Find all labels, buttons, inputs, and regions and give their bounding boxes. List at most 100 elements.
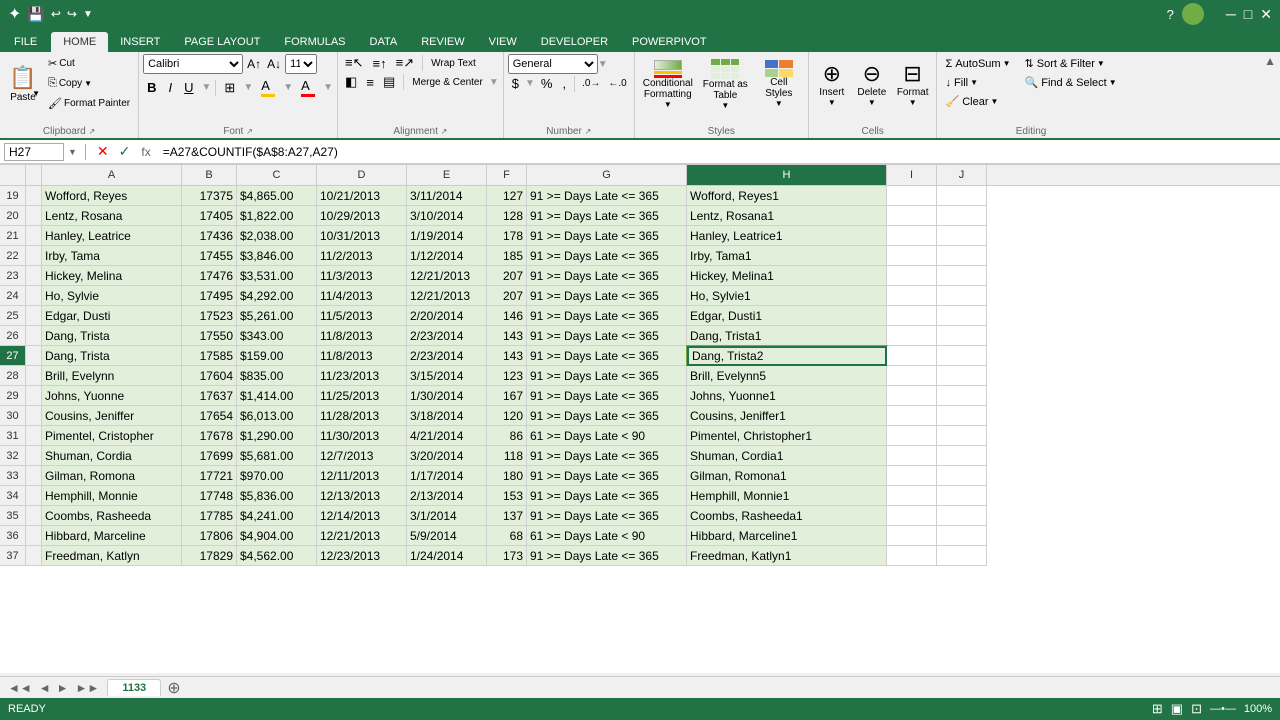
cell-H31[interactable]: Pimentel, Christopher1 bbox=[687, 426, 887, 446]
cell-F22[interactable]: 185 bbox=[487, 246, 527, 266]
cell-C36[interactable]: $4,904.00 bbox=[237, 526, 317, 546]
page-break-view-btn[interactable]: ⊡ bbox=[1191, 701, 1202, 717]
row-header[interactable]: 37 bbox=[0, 546, 26, 566]
cell-C24[interactable]: $4,292.00 bbox=[237, 286, 317, 306]
cell-A20[interactable]: Lentz, Rosana bbox=[42, 206, 182, 226]
cell-J27[interactable] bbox=[937, 346, 987, 366]
cell-A28[interactable]: Brill, Evelynn bbox=[42, 366, 182, 386]
cell-I27[interactable] bbox=[887, 346, 937, 366]
cell-I29[interactable] bbox=[887, 386, 937, 406]
col-header-d[interactable]: D bbox=[317, 165, 407, 185]
cell-F25[interactable]: 146 bbox=[487, 306, 527, 326]
cell-A34[interactable]: Hemphill, Monnie bbox=[42, 486, 182, 506]
cell-H23[interactable]: Hickey, Melina1 bbox=[687, 266, 887, 286]
cell-I22[interactable] bbox=[887, 246, 937, 266]
row-header[interactable]: 32 bbox=[0, 446, 26, 466]
cell-C33[interactable]: $970.00 bbox=[237, 466, 317, 486]
align-top-left-btn[interactable]: ≡↖ bbox=[342, 54, 366, 72]
format-as-table-button[interactable]: Format asTable ▼ bbox=[699, 54, 752, 114]
decrease-decimal-btn[interactable]: ←.0 bbox=[605, 77, 629, 90]
cell-E22[interactable]: 1/12/2014 bbox=[407, 246, 487, 266]
col-header-c[interactable]: C bbox=[237, 165, 317, 185]
cell-D24[interactable]: 11/4/2013 bbox=[317, 286, 407, 306]
align-left-btn[interactable]: ◧ bbox=[342, 73, 360, 91]
row-header[interactable]: 22 bbox=[0, 246, 26, 266]
cell-H27[interactable]: Dang, Trista2 bbox=[687, 346, 887, 366]
cell-G31[interactable]: 61 >= Days Late < 90 bbox=[527, 426, 687, 446]
cell-F36[interactable]: 68 bbox=[487, 526, 527, 546]
find-select-button[interactable]: 🔍 Find & Select ▼ bbox=[1021, 73, 1121, 92]
row-header[interactable]: 33 bbox=[0, 466, 26, 486]
cell-E28[interactable]: 3/15/2014 bbox=[407, 366, 487, 386]
cell-E20[interactable]: 3/10/2014 bbox=[407, 206, 487, 226]
formula-input[interactable] bbox=[159, 144, 1276, 160]
col-header-g[interactable]: G bbox=[527, 165, 687, 185]
cell-B27[interactable]: 17585 bbox=[182, 346, 237, 366]
cell-A31[interactable]: Pimentel, Cristopher bbox=[42, 426, 182, 446]
cell-J31[interactable] bbox=[937, 426, 987, 446]
cell-J37[interactable] bbox=[937, 546, 987, 566]
cell-D21[interactable]: 10/31/2013 bbox=[317, 226, 407, 246]
cell-G23[interactable]: 91 >= Days Late <= 365 bbox=[527, 266, 687, 286]
row-header[interactable]: 35 bbox=[0, 506, 26, 526]
tab-insert[interactable]: INSERT bbox=[108, 32, 172, 52]
cell-H33[interactable]: Gilman, Romona1 bbox=[687, 466, 887, 486]
increase-decimal-btn[interactable]: .0→ bbox=[579, 77, 603, 90]
cell-B22[interactable]: 17455 bbox=[182, 246, 237, 266]
row-header[interactable]: 36 bbox=[0, 526, 26, 546]
cell-H22[interactable]: Irby, Tama1 bbox=[687, 246, 887, 266]
cell-A37[interactable]: Freedman, Katlyn bbox=[42, 546, 182, 566]
format-painter-button[interactable]: 🖌 Format Painter bbox=[44, 94, 134, 113]
cell-G20[interactable]: 91 >= Days Late <= 365 bbox=[527, 206, 687, 226]
copy-button[interactable]: ⎘ Copy ▼ bbox=[44, 74, 134, 93]
cell-C21[interactable]: $2,038.00 bbox=[237, 226, 317, 246]
scroll-sheets-prev[interactable]: ◄ bbox=[36, 681, 54, 695]
autosum-button[interactable]: Σ AutoSum ▼ bbox=[941, 54, 1014, 73]
row-header[interactable]: 19 bbox=[0, 186, 26, 206]
tab-developer[interactable]: DEVELOPER bbox=[529, 32, 620, 52]
tab-page-layout[interactable]: PAGE LAYOUT bbox=[172, 32, 272, 52]
cell-H32[interactable]: Shuman, Cordia1 bbox=[687, 446, 887, 466]
cell-H34[interactable]: Hemphill, Monnie1 bbox=[687, 486, 887, 506]
tab-data[interactable]: DATA bbox=[358, 32, 410, 52]
wrap-text-btn[interactable]: Wrap Text bbox=[428, 57, 479, 70]
cell-C31[interactable]: $1,290.00 bbox=[237, 426, 317, 446]
cell-D37[interactable]: 12/23/2013 bbox=[317, 546, 407, 566]
cell-I33[interactable] bbox=[887, 466, 937, 486]
paste-button[interactable]: 📋 Paste ▼ bbox=[4, 54, 42, 114]
cell-I31[interactable] bbox=[887, 426, 937, 446]
cell-C28[interactable]: $835.00 bbox=[237, 366, 317, 386]
cell-I35[interactable] bbox=[887, 506, 937, 526]
cell-B20[interactable]: 17405 bbox=[182, 206, 237, 226]
cell-I34[interactable] bbox=[887, 486, 937, 506]
cell-E36[interactable]: 5/9/2014 bbox=[407, 526, 487, 546]
cell-E31[interactable]: 4/21/2014 bbox=[407, 426, 487, 446]
cell-J30[interactable] bbox=[937, 406, 987, 426]
sheet-tab-1133[interactable]: 1133 bbox=[107, 679, 161, 696]
scroll-sheets-left[interactable]: ◄◄ bbox=[4, 681, 36, 695]
cell-J36[interactable] bbox=[937, 526, 987, 546]
cell-B25[interactable]: 17523 bbox=[182, 306, 237, 326]
page-layout-btn[interactable]: ⊞ bbox=[1152, 701, 1163, 717]
cell-J28[interactable] bbox=[937, 366, 987, 386]
cell-J34[interactable] bbox=[937, 486, 987, 506]
row-header[interactable]: 31 bbox=[0, 426, 26, 446]
font-name-dropdown[interactable]: Calibri bbox=[143, 54, 243, 74]
cell-D25[interactable]: 11/5/2013 bbox=[317, 306, 407, 326]
cell-H21[interactable]: Hanley, Leatrice1 bbox=[687, 226, 887, 246]
cell-G32[interactable]: 91 >= Days Late <= 365 bbox=[527, 446, 687, 466]
insert-function-btn[interactable]: fx bbox=[137, 145, 154, 159]
col-header-e[interactable]: E bbox=[407, 165, 487, 185]
cell-B35[interactable]: 17785 bbox=[182, 506, 237, 526]
cell-J20[interactable] bbox=[937, 206, 987, 226]
cell-J19[interactable] bbox=[937, 186, 987, 206]
cell-I21[interactable] bbox=[887, 226, 937, 246]
cell-D27[interactable]: 11/8/2013 bbox=[317, 346, 407, 366]
cell-F35[interactable]: 137 bbox=[487, 506, 527, 526]
cell-E27[interactable]: 2/23/2014 bbox=[407, 346, 487, 366]
cell-I30[interactable] bbox=[887, 406, 937, 426]
bold-button[interactable]: B bbox=[143, 79, 160, 96]
cell-H19[interactable]: Wofford, Reyes1 bbox=[687, 186, 887, 206]
tab-review[interactable]: REVIEW bbox=[409, 32, 476, 52]
cell-F21[interactable]: 178 bbox=[487, 226, 527, 246]
